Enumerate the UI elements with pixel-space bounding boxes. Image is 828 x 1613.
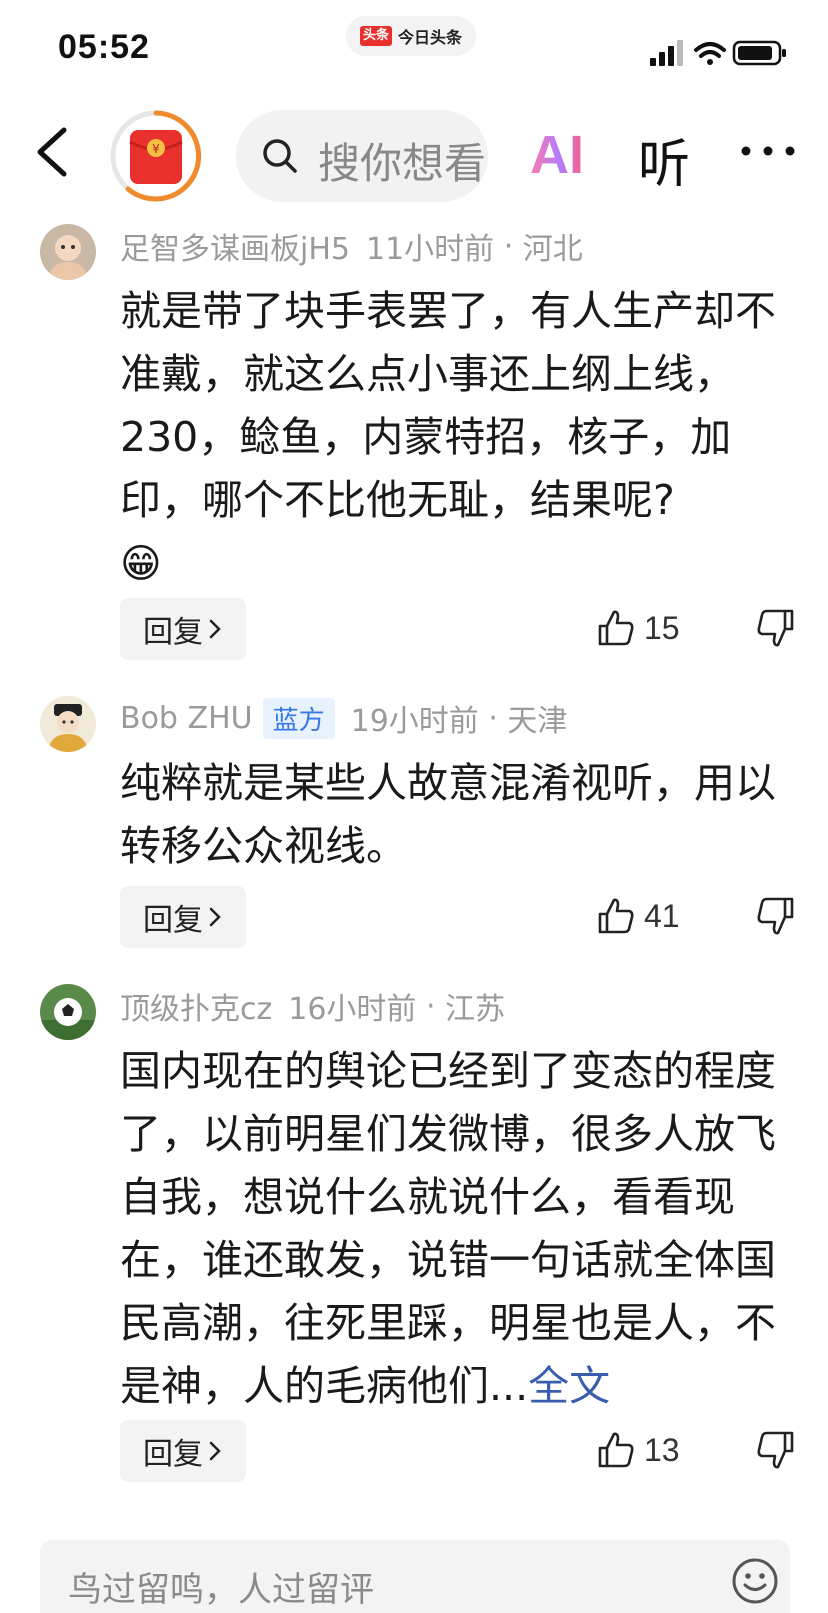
- username[interactable]: 足智多谋画板jH5: [120, 224, 350, 268]
- comment-input-placeholder: 鸟过留鸣，人过留评: [68, 1570, 374, 1610]
- comment-location: 江苏: [445, 992, 506, 1027]
- comment-meta: 足智多谋画板jH5 11小时前 · 河北: [120, 224, 583, 268]
- thumbs-up-icon: [598, 1432, 634, 1468]
- wifi-icon: [694, 42, 726, 65]
- ai-button[interactable]: AI: [530, 128, 584, 182]
- search-placeholder: 搜你想看: [318, 139, 487, 188]
- reply-button[interactable]: 回复: [120, 1420, 246, 1482]
- thumbs-down-icon[interactable]: [752, 1425, 796, 1475]
- comment-meta: Bob ZHU 蓝方 19小时前 · 天津: [120, 696, 567, 740]
- thumbs-up-icon: [598, 898, 634, 934]
- thumbs-up-icon: [598, 610, 634, 646]
- back-icon[interactable]: [30, 122, 80, 182]
- like-count: 15: [644, 609, 680, 646]
- username[interactable]: 顶级扑克cz: [120, 984, 272, 1028]
- search-input[interactable]: 搜你想看: [236, 110, 488, 202]
- chevron-right-icon: [209, 619, 221, 639]
- app-logo: 头条: [360, 26, 393, 46]
- comment-text: 纯粹就是某些人故意混淆视听，用以转移公众视线。: [120, 759, 776, 870]
- comment-text-block[interactable]: 就是带了块手表罢了，有人生产却不准戴，就这么点小事还上纲上线，230，鲶鱼，内蒙…: [120, 280, 800, 596]
- reply-button[interactable]: 回复: [120, 598, 246, 660]
- comment-emoji: 😁: [120, 541, 162, 587]
- emoji-icon[interactable]: [730, 1556, 780, 1606]
- comment-location: 天津: [507, 704, 568, 739]
- comment-time: 11小时前: [365, 232, 495, 267]
- app-indicator[interactable]: 头条 今日头条: [346, 16, 476, 56]
- reply-label: 回复: [143, 903, 203, 938]
- comment-text: 就是带了块手表罢了，有人生产却不准戴，就这么点小事还上纲上线，230，鲶鱼，内蒙…: [120, 287, 776, 524]
- avatar[interactable]: [40, 984, 96, 1040]
- app-name: 今日头条: [398, 28, 463, 47]
- signal-icon: [650, 40, 683, 66]
- search-icon: [263, 139, 297, 173]
- comment-time: 19小时前: [350, 704, 479, 739]
- username[interactable]: Bob ZHU: [120, 701, 253, 736]
- comment-input[interactable]: 鸟过留鸣，人过留评: [40, 1540, 790, 1613]
- more-icon[interactable]: [738, 126, 798, 176]
- chevron-right-icon: [209, 907, 221, 927]
- expand-full-text-link[interactable]: 全文: [528, 1362, 610, 1410]
- comment-text-block[interactable]: 国内现在的舆论已经到了变态的程度了，以前明星们发微博，很多人放飞自我，想说什么就…: [120, 1040, 800, 1418]
- avatar[interactable]: [40, 696, 96, 752]
- reply-button[interactable]: 回复: [120, 886, 246, 948]
- status-icons: [650, 40, 786, 66]
- svg-text:¥: ¥: [152, 142, 160, 156]
- thumbs-down-icon[interactable]: [752, 603, 796, 653]
- listen-button[interactable]: 听: [638, 122, 690, 197]
- comment-location: 河北: [522, 232, 583, 267]
- like-button[interactable]: 15: [596, 603, 706, 653]
- like-count: 13: [644, 1431, 680, 1468]
- status-bar: 05:52 头条 今日头条: [0, 0, 828, 96]
- status-time: 05:52: [58, 28, 150, 66]
- comment-text: 国内现在的舆论已经到了变态的程度了，以前明星们发微博，很多人放飞自我，想说什么就…: [120, 1047, 776, 1410]
- like-button[interactable]: 41: [596, 891, 706, 941]
- thumbs-down-icon[interactable]: [752, 891, 796, 941]
- chevron-right-icon: [209, 1441, 221, 1461]
- user-badge: 蓝方: [262, 697, 335, 739]
- like-button[interactable]: 13: [596, 1425, 706, 1475]
- like-count: 41: [644, 897, 680, 934]
- comment-text-block[interactable]: 纯粹就是某些人故意混淆视听，用以转移公众视线。: [120, 752, 800, 878]
- comment-meta: 顶级扑克cz 16小时前 · 江苏: [120, 984, 505, 1028]
- reply-label: 回复: [143, 615, 203, 650]
- nav-bar: ¥ 搜你想看 AI 听: [0, 100, 828, 210]
- reply-label: 回复: [143, 1437, 203, 1472]
- red-packet-icon[interactable]: ¥: [108, 108, 204, 204]
- comment-time: 16小时前: [288, 992, 417, 1027]
- avatar[interactable]: [40, 224, 96, 280]
- battery-icon: [732, 40, 786, 66]
